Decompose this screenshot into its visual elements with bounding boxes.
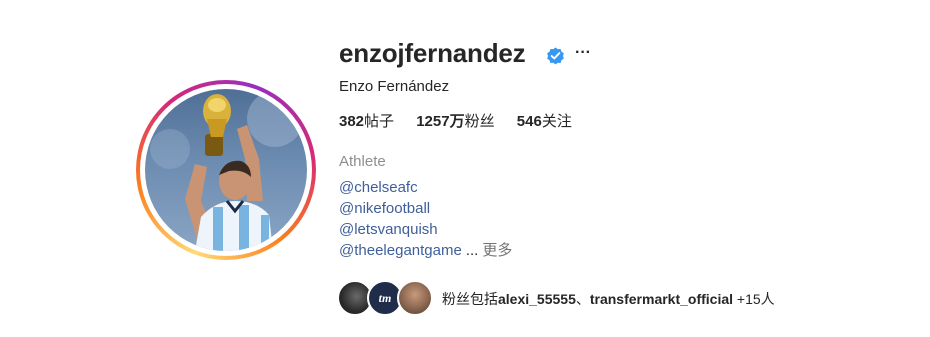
- profile-category: Athlete: [339, 153, 386, 170]
- bio-links: @chelseafc @nikefootball @letsvanquish @…: [339, 177, 512, 261]
- followed-by-avatars[interactable]: tm: [337, 280, 437, 316]
- profile-avatar[interactable]: [145, 89, 307, 251]
- following-count-value: 546: [516, 113, 542, 130]
- followed-by-name-1[interactable]: alexi_55555: [498, 291, 576, 307]
- more-options-icon[interactable]: ···: [575, 44, 591, 62]
- posts-count-value: 382: [339, 113, 365, 130]
- avatar-photo-illustration: [150, 91, 303, 251]
- following-count-label: 关注: [541, 113, 572, 130]
- follower-avatar-third[interactable]: [397, 280, 433, 316]
- posts-count-label: 帖子: [364, 113, 395, 130]
- followers-count-label: 粉丝: [464, 113, 495, 130]
- bio-ellipsis: ...: [465, 242, 479, 259]
- bio-link-theelegantgame[interactable]: @theelegantgame: [339, 242, 462, 259]
- followed-by-name-2[interactable]: transfermarkt_official: [590, 291, 733, 307]
- bio-last-row: @theelegantgame... 更多: [339, 240, 512, 261]
- profile-avatar-ring[interactable]: [136, 80, 316, 260]
- bio-link-nikefootball[interactable]: @nikefootball: [339, 198, 512, 219]
- profile-stats: 382帖子 1257万粉丝 546关注: [339, 110, 590, 131]
- following-count[interactable]: 546关注: [517, 110, 572, 131]
- bio-link-letsvanquish[interactable]: @letsvanquish: [339, 219, 512, 240]
- bio-link-chelseafc[interactable]: @chelseafc: [339, 177, 512, 198]
- bio-more-button[interactable]: 更多: [482, 242, 512, 259]
- followed-by-separator: 、: [575, 291, 590, 307]
- followers-count[interactable]: 1257万粉丝: [416, 110, 494, 131]
- profile-username: enzojfernandez: [339, 38, 526, 68]
- followers-count-value: 1257万: [416, 113, 465, 130]
- followed-by-suffix: +15人: [736, 291, 775, 307]
- verified-badge-icon: [547, 47, 564, 65]
- profile-full-name: Enzo Fernández: [339, 78, 450, 95]
- posts-count[interactable]: 382帖子: [339, 110, 394, 131]
- followed-by-text[interactable]: 粉丝包括alexi_55555、transfermarkt_official +…: [442, 289, 775, 309]
- followed-by-prefix: 粉丝包括: [442, 291, 498, 307]
